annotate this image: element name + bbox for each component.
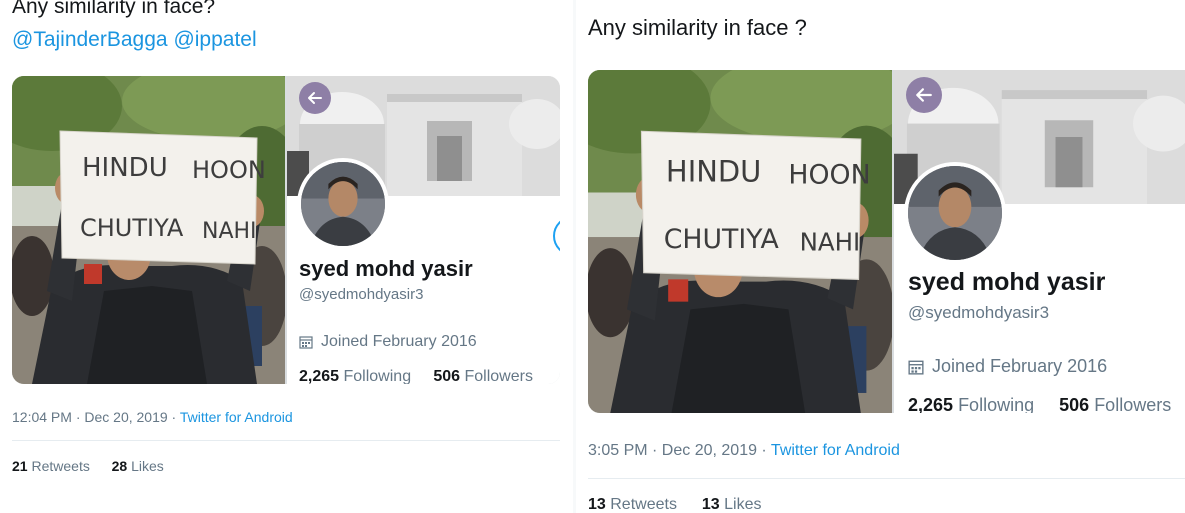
tweet-mentions: @TajinderBagga @ippatel	[12, 27, 257, 53]
joined-date: Joined February 2016	[908, 356, 1107, 377]
sign-text: HOON	[788, 160, 870, 191]
followers-link[interactable]: 506 Followers	[1059, 395, 1171, 413]
media-container[interactable]: HINDU HOON CHUTIYA NAHI syed mohd yasir …	[12, 76, 560, 384]
profile-stats: 2,265 Following 506 Followers	[299, 368, 533, 384]
source-link[interactable]: Twitter for Android	[180, 409, 293, 425]
back-button[interactable]	[906, 77, 942, 113]
media-container[interactable]: HINDU HOON CHUTIYA NAHI syed mohd yasir …	[588, 70, 1185, 413]
retweets-link[interactable]: 21 Retweets	[12, 458, 90, 474]
back-button[interactable]	[299, 82, 331, 114]
joined-text: Joined February 2016	[932, 356, 1108, 376]
avatar[interactable]	[904, 162, 1006, 264]
profile-stats: 2,265 Following 506 Followers	[908, 395, 1171, 413]
joined-text: Joined February 2016	[321, 333, 477, 350]
mention-link[interactable]: @TajinderBagga	[12, 28, 168, 51]
profile-name[interactable]: syed mohd yasir	[908, 268, 1105, 297]
following-link[interactable]: 2,265 Following	[299, 368, 411, 384]
tweet-text: Any similarity in face ?	[588, 15, 807, 40]
mention-link[interactable]: @ippatel	[173, 28, 256, 51]
divider	[12, 440, 560, 441]
tweet-timestamp[interactable]: 3:05 PM · Dec 20, 2019 · Twitter for And…	[588, 442, 900, 460]
tweet-right: Any similarity in face ? HINDU HOON CHUT…	[576, 0, 1185, 513]
followers-link[interactable]: 506 Followers	[433, 368, 533, 384]
tweet-left: Any similarity in face? @TajinderBagga @…	[0, 0, 573, 513]
profile-handle[interactable]: @syedmohdyasir3	[908, 303, 1049, 323]
sign-text: HINDU	[666, 154, 761, 188]
sign-text: NAHI	[202, 219, 257, 244]
tweet-text: Any similarity in face?	[12, 0, 216, 18]
following-link[interactable]: 2,265 Following	[908, 395, 1034, 413]
back-arrow-icon	[916, 88, 932, 102]
calendar-icon	[908, 360, 924, 375]
protest-photo[interactable]: HINDU HOON CHUTIYA NAHI	[12, 76, 285, 384]
avatar[interactable]	[297, 158, 389, 250]
protest-photo[interactable]: HINDU HOON CHUTIYA NAHI	[588, 70, 892, 413]
sign-text: NAHI	[800, 227, 861, 256]
calendar-icon	[299, 336, 313, 349]
profile-name[interactable]: syed mohd yasir	[299, 256, 473, 282]
profile-card[interactable]: syed mohd yasir @syedmohdyasir3 Joined F…	[894, 70, 1185, 413]
sign-text: HINDU	[82, 153, 168, 183]
source-link[interactable]: Twitter for Android	[771, 442, 900, 459]
engagement-counts: 21 Retweets 28 Likes	[12, 458, 164, 474]
likes-link[interactable]: 13 Likes	[702, 496, 762, 513]
sign-text: HOON	[192, 156, 266, 184]
profile-handle[interactable]: @syedmohdyasir3	[299, 286, 423, 303]
sign-text: CHUTIYA	[80, 214, 184, 242]
divider	[588, 478, 1185, 479]
joined-date: Joined February 2016	[299, 333, 477, 351]
tweet-timestamp[interactable]: 12:04 PM · Dec 20, 2019 · Twitter for An…	[12, 409, 293, 425]
likes-link[interactable]: 28 Likes	[112, 458, 164, 474]
profile-card[interactable]: syed mohd yasir @syedmohdyasir3 Joined F…	[287, 76, 560, 384]
sign-text: CHUTIYA	[664, 224, 780, 255]
retweets-link[interactable]: 13 Retweets	[588, 496, 677, 513]
scroll-indicator	[553, 216, 560, 256]
back-arrow-icon	[308, 92, 322, 104]
engagement-counts: 13 Retweets 13 Likes	[588, 496, 761, 513]
